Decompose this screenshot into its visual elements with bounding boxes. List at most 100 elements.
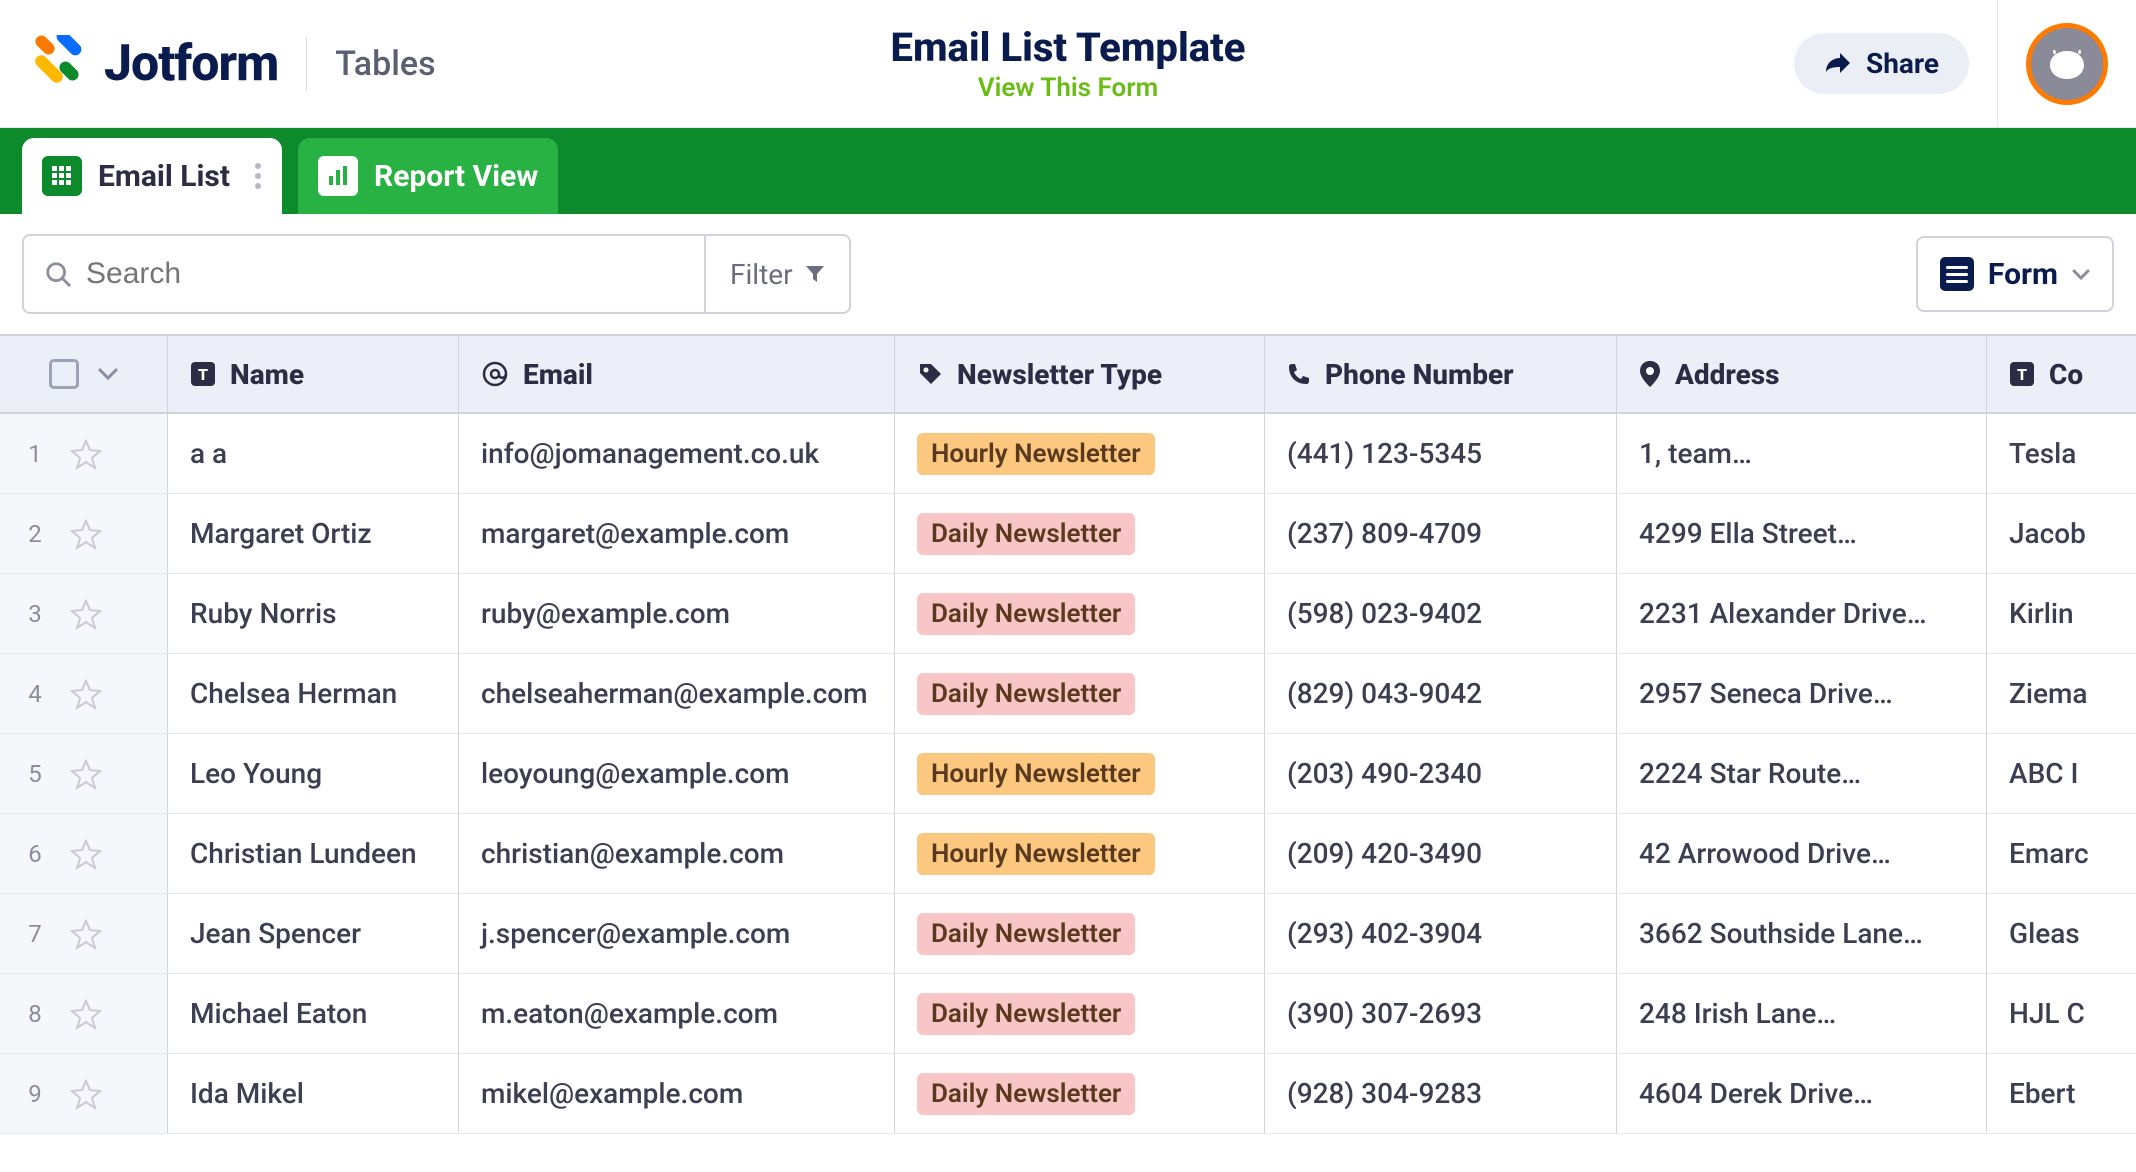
cell-name[interactable]: Jean Spencer	[168, 894, 459, 973]
cell-newsletter[interactable]: Daily Newsletter	[895, 494, 1265, 573]
cell-company[interactable]: Kirlin	[1987, 574, 2136, 653]
star-icon[interactable]	[70, 438, 102, 470]
search-box[interactable]	[24, 236, 704, 312]
cell-phone[interactable]: (237) 809-4709	[1265, 494, 1617, 573]
cell-name[interactable]: Michael Eaton	[168, 974, 459, 1053]
star-icon[interactable]	[70, 518, 102, 550]
cell-email[interactable]: chelseaherman@example.com	[459, 654, 895, 733]
cell-company[interactable]: ABC I	[1987, 734, 2136, 813]
form-button[interactable]: Form	[1916, 236, 2114, 312]
table-row[interactable]: 6 Christian Lundeen christian@example.co…	[0, 814, 2136, 894]
cell-newsletter[interactable]: Daily Newsletter	[895, 1054, 1265, 1133]
select-all-checkbox[interactable]	[49, 359, 79, 389]
star-icon[interactable]	[70, 678, 102, 710]
cell-email[interactable]: info@jomanagement.co.uk	[459, 414, 895, 493]
view-form-link[interactable]: View This Form	[891, 73, 1246, 103]
cell-name[interactable]: Margaret Ortiz	[168, 494, 459, 573]
cell-phone[interactable]: (293) 402-3904	[1265, 894, 1617, 973]
cell-phone[interactable]: (598) 023-9402	[1265, 574, 1617, 653]
cell-newsletter[interactable]: Daily Newsletter	[895, 654, 1265, 733]
cell-newsletter[interactable]: Daily Newsletter	[895, 894, 1265, 973]
cell-email[interactable]: j.spencer@example.com	[459, 894, 895, 973]
table-row[interactable]: 4 Chelsea Herman chelseaherman@example.c…	[0, 654, 2136, 734]
cell-company[interactable]: Tesla	[1987, 414, 2136, 493]
table-row[interactable]: 1 a a info@jomanagement.co.uk Hourly New…	[0, 414, 2136, 494]
share-icon	[1824, 52, 1852, 76]
cell-email[interactable]: ruby@example.com	[459, 574, 895, 653]
cell-name[interactable]: Chelsea Herman	[168, 654, 459, 733]
cell-company[interactable]: Gleas	[1987, 894, 2136, 973]
cell-name[interactable]: Leo Young	[168, 734, 459, 813]
user-avatar[interactable]	[2026, 23, 2108, 105]
cell-company[interactable]: Jacob	[1987, 494, 2136, 573]
cell-phone[interactable]: (203) 490-2340	[1265, 734, 1617, 813]
column-header-company[interactable]: T Co	[1987, 336, 2136, 412]
column-header-name[interactable]: T Name	[168, 336, 459, 412]
star-icon[interactable]	[70, 758, 102, 790]
star-icon[interactable]	[70, 998, 102, 1030]
cell-address[interactable]: 248 Irish Lane…	[1617, 974, 1987, 1053]
cell-address[interactable]: 2224 Star Route…	[1617, 734, 1987, 813]
cell-company[interactable]: HJL C	[1987, 974, 2136, 1053]
search-filter-group: Filter	[22, 234, 851, 314]
cell-name[interactable]: Ida Mikel	[168, 1054, 459, 1133]
share-button[interactable]: Share	[1794, 33, 1969, 94]
star-icon[interactable]	[70, 1078, 102, 1110]
cell-company[interactable]: Emarc	[1987, 814, 2136, 893]
column-header-email[interactable]: Email	[459, 336, 895, 412]
table-row[interactable]: 8 Michael Eaton m.eaton@example.com Dail…	[0, 974, 2136, 1054]
search-icon	[44, 259, 72, 289]
table-row[interactable]: 3 Ruby Norris ruby@example.com Daily New…	[0, 574, 2136, 654]
table-row[interactable]: 9 Ida Mikel mikel@example.com Daily News…	[0, 1054, 2136, 1134]
cell-email[interactable]: m.eaton@example.com	[459, 974, 895, 1053]
cell-email[interactable]: christian@example.com	[459, 814, 895, 893]
cell-company[interactable]: Ebert	[1987, 1054, 2136, 1133]
cell-address[interactable]: 2231 Alexander Drive…	[1617, 574, 1987, 653]
cell-address[interactable]: 3662 Southside Lane…	[1617, 894, 1987, 973]
cell-newsletter[interactable]: Daily Newsletter	[895, 574, 1265, 653]
column-header-phone[interactable]: Phone Number	[1265, 336, 1617, 412]
section-name: Tables	[335, 44, 435, 84]
search-input[interactable]	[86, 257, 684, 291]
cell-name[interactable]: Christian Lundeen	[168, 814, 459, 893]
toolbar: Filter Form	[0, 214, 2136, 334]
select-all-header	[0, 336, 168, 412]
cell-address[interactable]: 42 Arrowood Drive…	[1617, 814, 1987, 893]
cell-name[interactable]: Ruby Norris	[168, 574, 459, 653]
chevron-down-icon[interactable]	[97, 367, 119, 381]
grid-icon	[42, 156, 82, 196]
table-row[interactable]: 7 Jean Spencer j.spencer@example.com Dai…	[0, 894, 2136, 974]
column-header-newsletter[interactable]: Newsletter Type	[895, 336, 1265, 412]
newsletter-tag: Hourly Newsletter	[917, 433, 1155, 475]
app-header: Jotform Tables Email List Template View …	[0, 0, 2136, 128]
cell-phone[interactable]: (390) 307-2693	[1265, 974, 1617, 1053]
cell-email[interactable]: margaret@example.com	[459, 494, 895, 573]
cell-phone[interactable]: (829) 043-9042	[1265, 654, 1617, 733]
at-icon	[481, 360, 509, 388]
cell-phone[interactable]: (209) 420-3490	[1265, 814, 1617, 893]
cell-company[interactable]: Ziema	[1987, 654, 2136, 733]
filter-button[interactable]: Filter	[704, 236, 849, 312]
star-icon[interactable]	[70, 838, 102, 870]
cell-newsletter[interactable]: Hourly Newsletter	[895, 814, 1265, 893]
column-header-address[interactable]: Address	[1617, 336, 1987, 412]
table-row[interactable]: 5 Leo Young leoyoung@example.com Hourly …	[0, 734, 2136, 814]
star-icon[interactable]	[70, 918, 102, 950]
cell-phone[interactable]: (441) 123-5345	[1265, 414, 1617, 493]
cell-email[interactable]: mikel@example.com	[459, 1054, 895, 1133]
cell-name[interactable]: a a	[168, 414, 459, 493]
cell-newsletter[interactable]: Hourly Newsletter	[895, 734, 1265, 813]
table-row[interactable]: 2 Margaret Ortiz margaret@example.com Da…	[0, 494, 2136, 574]
tab-email-list[interactable]: Email List	[22, 138, 282, 214]
cell-newsletter[interactable]: Daily Newsletter	[895, 974, 1265, 1053]
cell-newsletter[interactable]: Hourly Newsletter	[895, 414, 1265, 493]
cell-address[interactable]: 2957 Seneca Drive…	[1617, 654, 1987, 733]
cell-address[interactable]: 1, team…	[1617, 414, 1987, 493]
cell-address[interactable]: 4299 Ella Street…	[1617, 494, 1987, 573]
cell-phone[interactable]: (928) 304-9283	[1265, 1054, 1617, 1133]
tab-report-view[interactable]: Report View	[298, 138, 558, 214]
tab-more-icon[interactable]	[254, 162, 262, 190]
cell-address[interactable]: 4604 Derek Drive…	[1617, 1054, 1987, 1133]
cell-email[interactable]: leoyoung@example.com	[459, 734, 895, 813]
star-icon[interactable]	[70, 598, 102, 630]
